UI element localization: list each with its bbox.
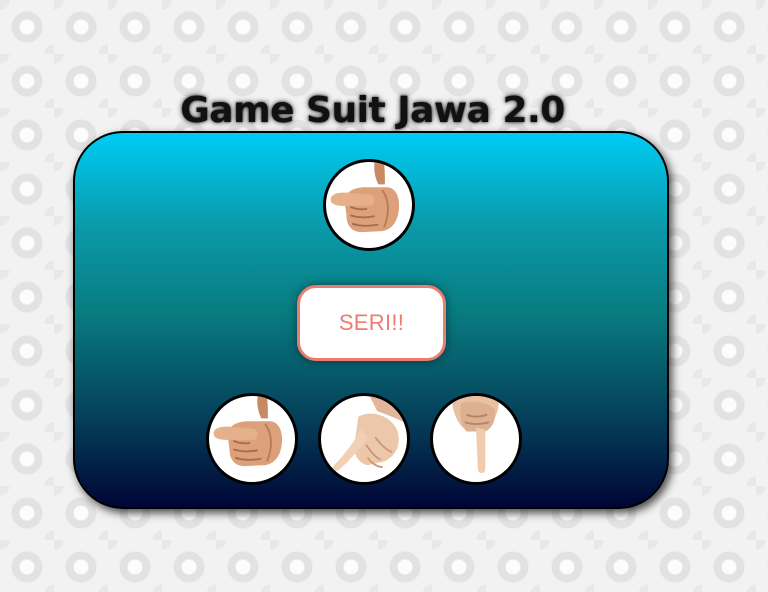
index-finger-hand-icon (332, 396, 407, 471)
choice-thumb-button[interactable] (206, 393, 298, 485)
thumb-hand-icon (213, 396, 283, 467)
choice-index-finger-button[interactable] (318, 393, 410, 485)
pinky-finger-hand-icon (451, 396, 499, 474)
computer-choice (323, 159, 415, 251)
choice-pinky-finger-button[interactable] (430, 393, 522, 485)
game-title: Game Suit Jawa 2.0 (180, 90, 565, 132)
result-text: SERI!! (338, 310, 405, 335)
thumb-hand-icon (330, 162, 400, 233)
result-box: SERI!! (297, 285, 446, 361)
